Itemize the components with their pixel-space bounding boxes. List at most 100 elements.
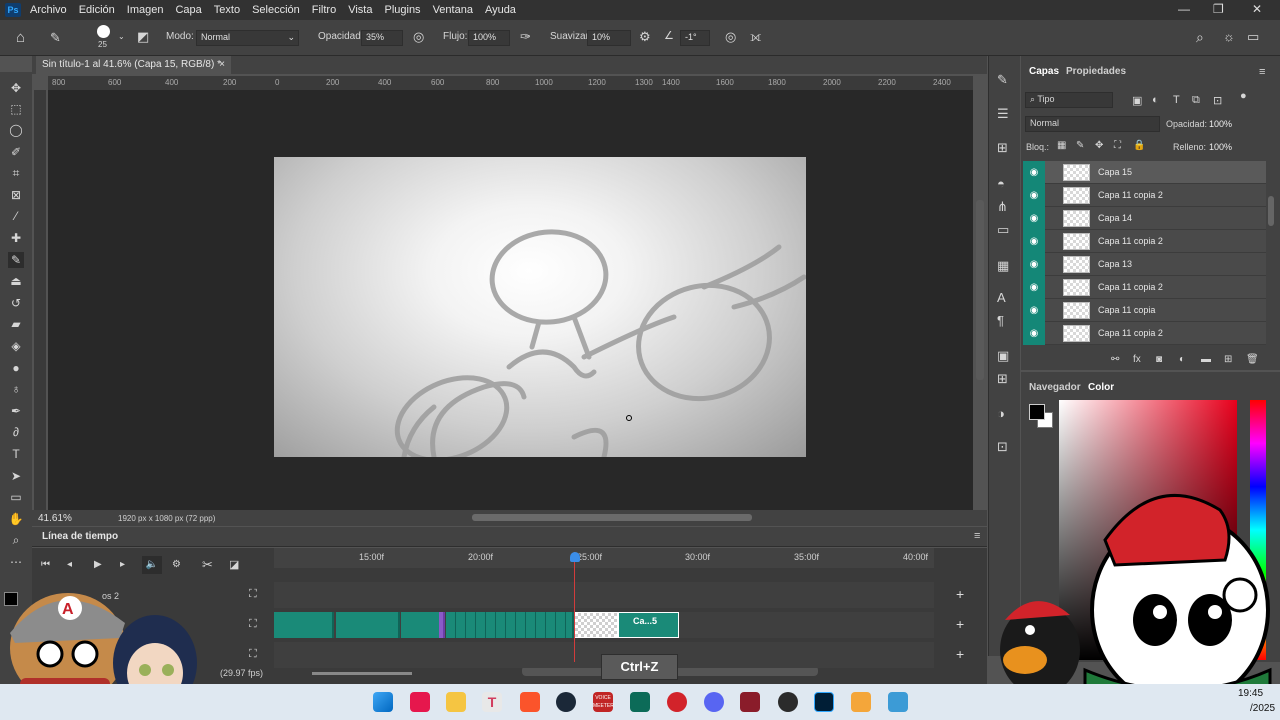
pen-curvature-icon[interactable]: ∂ <box>8 424 24 440</box>
panel-menu-icon[interactable]: ≡ <box>974 530 980 542</box>
angle-field[interactable]: -1° <box>680 30 710 46</box>
eye-icon[interactable]: ◉ <box>1023 207 1045 230</box>
histogram-icon[interactable]: ▦ <box>997 258 1009 274</box>
tab-color[interactable]: Color <box>1088 382 1114 393</box>
pressure-size-icon[interactable]: ◎ <box>725 30 736 43</box>
grid-icon[interactable]: ⊞ <box>997 140 1008 156</box>
filter-type-icon[interactable]: T <box>1173 94 1180 106</box>
crop-tool-icon[interactable]: ⌗ <box>8 165 24 181</box>
restore-icon[interactable]: ❐ <box>1213 2 1224 16</box>
obs-icon[interactable] <box>778 692 798 712</box>
previous-frame-icon[interactable]: ◂ <box>67 559 72 570</box>
close-icon[interactable]: ✕ <box>1252 2 1262 16</box>
layer-row[interactable]: ◉ Capa 14 <box>1023 207 1266 230</box>
gear-icon[interactable]: ⚙ <box>639 30 651 43</box>
clock-date[interactable]: /2025 <box>1250 703 1275 714</box>
menu-ayuda[interactable]: Ayuda <box>485 4 516 16</box>
frame-tool-icon[interactable]: ⊠ <box>8 187 24 203</box>
opacity-field[interactable]: 35% <box>361 30 403 46</box>
tiktok-icon[interactable] <box>410 692 430 712</box>
timeline-clip[interactable] <box>439 612 445 638</box>
home-icon[interactable]: ⌂ <box>16 30 25 45</box>
eraser-icon[interactable]: ▰ <box>8 316 24 332</box>
timeline-clip[interactable]: Ca...5 <box>618 612 679 638</box>
photoshop-taskbar-icon[interactable] <box>814 692 834 712</box>
notepad-icon[interactable] <box>888 692 908 712</box>
airbrush-icon[interactable]: ✑ <box>520 30 531 43</box>
zoom-slider[interactable] <box>312 672 412 675</box>
foreground-color-swatch[interactable] <box>1029 404 1045 420</box>
eye-icon[interactable]: ◉ <box>1023 230 1045 253</box>
eye-icon[interactable]: ◉ <box>1023 299 1045 322</box>
next-frame-icon[interactable]: ▸ <box>120 559 125 570</box>
terminal-icon[interactable] <box>630 692 650 712</box>
go-to-first-frame-icon[interactable]: ⏮ <box>41 559 50 570</box>
timeline-clip[interactable] <box>401 612 441 638</box>
transition-icon[interactable]: ◪ <box>229 558 239 571</box>
path-icon[interactable]: ⋔ <box>997 199 1008 215</box>
document-info[interactable]: 1920 px x 1080 px (72 ppp) <box>118 514 215 523</box>
timeline-clip[interactable] <box>336 612 400 638</box>
eye-icon[interactable]: ◉ <box>1023 276 1045 299</box>
horizontal-scrollbar[interactable] <box>472 514 752 521</box>
menu-texto[interactable]: Texto <box>214 4 240 16</box>
type-tool-icon[interactable]: T <box>8 446 24 462</box>
layer-row[interactable]: ◉ Capa 13 <box>1023 253 1266 276</box>
move-tool-icon[interactable]: ✥ <box>8 80 24 96</box>
brush-settings-icon[interactable]: ◩ <box>137 30 149 43</box>
menu-ventana[interactable]: Ventana <box>433 4 473 16</box>
symmetry-icon[interactable]: ⟗ <box>750 30 761 43</box>
layer-row[interactable]: ◉ Capa 11 copia 2 <box>1023 322 1266 345</box>
lock-position-icon[interactable]: ✥ <box>1095 140 1103 151</box>
link-layers-icon[interactable]: ⚯ <box>1111 354 1119 365</box>
dodge-tool-icon[interactable]: ♁ <box>8 381 24 397</box>
paint-icon[interactable]: ◓ <box>997 176 1005 191</box>
add-icon[interactable]: + <box>956 616 964 632</box>
layer-style-icon[interactable]: fx <box>1133 354 1141 365</box>
layer-row[interactable]: ◉ Capa 11 copia 2 <box>1023 184 1266 207</box>
flow-field[interactable]: 100% <box>468 30 510 46</box>
eye-icon[interactable]: ◉ <box>1023 253 1045 276</box>
audio-icon[interactable]: 🔈 <box>142 556 162 574</box>
adjustments-icon[interactable]: ☰ <box>997 106 1009 122</box>
brave-icon[interactable] <box>520 692 540 712</box>
vertical-scrollbar[interactable] <box>976 200 984 380</box>
eyedropper-icon[interactable]: ⁄ <box>8 208 24 224</box>
menu-capa[interactable]: Capa <box>175 4 201 16</box>
panel-menu-icon[interactable]: ≡ <box>1259 66 1265 78</box>
menu-filtro[interactable]: Filtro <box>312 4 336 16</box>
styles-icon[interactable]: ◑ <box>997 406 1005 421</box>
game-icon[interactable] <box>740 692 760 712</box>
menu-plugins[interactable]: Plugins <box>384 4 420 16</box>
layer-row[interactable]: ◉ Capa 15 <box>1023 161 1266 184</box>
tab-properties[interactable]: Propiedades <box>1066 66 1126 77</box>
brush-tool-icon[interactable]: ✎ <box>50 31 61 44</box>
tab-layers[interactable]: Capas <box>1029 66 1059 77</box>
play-icon[interactable]: ▶ <box>94 559 102 570</box>
brush-preview-icon[interactable] <box>97 25 110 38</box>
eye-icon[interactable]: ◉ <box>1023 161 1045 184</box>
windows-start-icon[interactable] <box>373 692 393 712</box>
adjustment-layer-icon[interactable]: ◐ <box>1179 354 1185 365</box>
quick-selection-icon[interactable]: ✐ <box>8 144 24 160</box>
fill-value[interactable]: 100% <box>1209 142 1232 152</box>
marquee-tool-icon[interactable]: ⬚ <box>8 101 24 117</box>
add-icon[interactable]: + <box>956 586 964 602</box>
video-app-icon[interactable] <box>851 692 871 712</box>
blend-mode-select[interactable]: Normal <box>1025 116 1160 132</box>
timeline-track[interactable] <box>274 582 934 608</box>
pen-tool-icon[interactable]: ✒ <box>8 403 24 419</box>
clone-stamp-icon[interactable]: ⏏ <box>8 273 24 289</box>
eye-icon[interactable]: ◉ <box>1023 184 1045 207</box>
brush-tool-icon[interactable]: ✎ <box>8 252 24 268</box>
swatches-icon[interactable]: ⊡ <box>997 439 1008 455</box>
menu-archivo[interactable]: Archivo <box>30 4 67 16</box>
hand-tool-icon[interactable]: ✋ <box>8 511 24 527</box>
layer-mask-icon[interactable]: ◙ <box>1156 354 1162 365</box>
layer-filter-select[interactable]: ⌕ Tipo <box>1025 92 1113 108</box>
rectangle-tool-icon[interactable]: ▭ <box>8 489 24 505</box>
workspace-icon[interactable]: ▭ <box>1247 30 1259 43</box>
menu-vista[interactable]: Vista <box>348 4 372 16</box>
tab-navigator[interactable]: Navegador <box>1029 382 1081 393</box>
add-icon[interactable]: + <box>956 646 964 662</box>
